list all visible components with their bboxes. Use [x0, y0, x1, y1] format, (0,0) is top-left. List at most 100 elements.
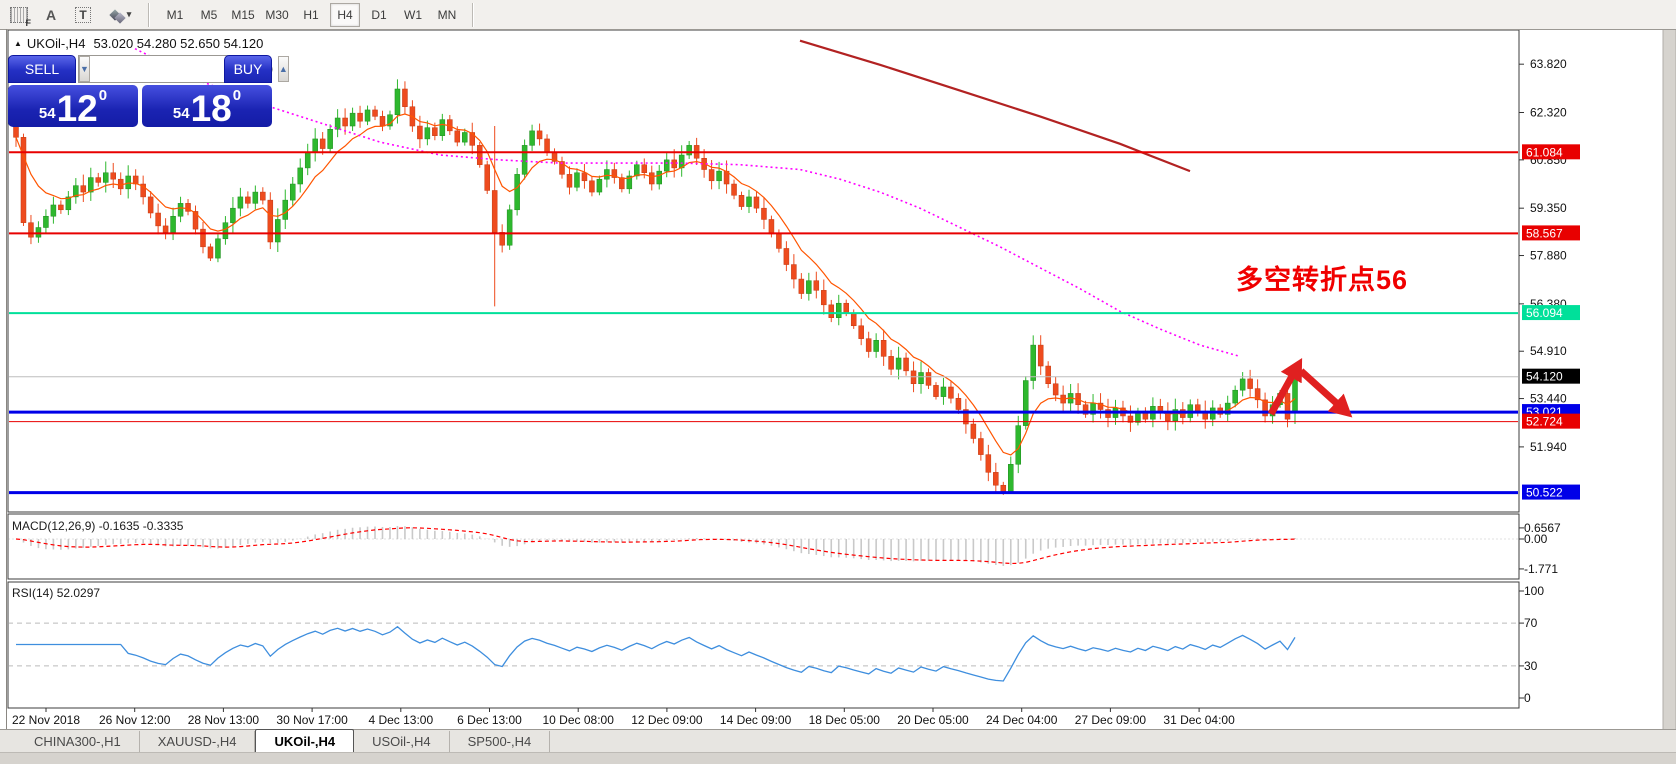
timeframe-button-group: M1 M5 M15 M30 H1 H4 D1 W1 MN [158, 2, 464, 27]
candle-body [1247, 378, 1253, 389]
timeframe-button-m30[interactable]: M30 [262, 3, 292, 27]
sell-price-panel[interactable]: 54 12 0 [8, 85, 138, 127]
volume-decrease-button[interactable]: ▼ [79, 56, 90, 82]
candle-body [454, 130, 461, 143]
time-label: 18 Dec 05:00 [809, 713, 881, 727]
candle-body [1000, 484, 1007, 492]
candle-body [95, 177, 102, 183]
chart-tab-china300h1[interactable]: CHINA300-,H1 [16, 731, 140, 752]
timeframe-button-d1[interactable]: D1 [364, 3, 394, 27]
timeframe-button-w1[interactable]: W1 [398, 3, 428, 27]
candle-body [1292, 376, 1298, 413]
candle-body [791, 264, 797, 280]
candle-body [544, 138, 550, 153]
candle-body [319, 138, 326, 149]
candle-body [925, 372, 932, 386]
text-a-icon[interactable]: A [38, 4, 64, 26]
candle-body [955, 397, 962, 410]
grid-f-icon[interactable]: F [6, 4, 32, 28]
candle-body [349, 112, 356, 127]
candle-body [43, 215, 49, 228]
candle-body [304, 151, 311, 169]
candle-body [574, 172, 580, 188]
chart-tab-usoilh4[interactable]: USOil-,H4 [354, 731, 450, 752]
candle-body [484, 164, 490, 191]
macd-axis-label: 0.00 [1524, 532, 1548, 546]
candle-body [813, 280, 820, 291]
timeframe-button-m5[interactable]: M5 [194, 3, 224, 27]
rsi-axis-label: 0 [1524, 691, 1531, 705]
label-t-icon[interactable]: T [70, 4, 96, 26]
candle-body [843, 302, 849, 314]
candle-body [738, 195, 745, 207]
candle-body [918, 372, 924, 385]
bottom-strip [0, 752, 1676, 764]
candle-body [50, 204, 57, 217]
price-tick-label: 54.910 [1530, 344, 1567, 358]
candle-body [260, 191, 266, 201]
macd-axis-label: -1.771 [1524, 562, 1558, 576]
right-scroll-strip[interactable] [1662, 28, 1676, 753]
collapse-triangle-icon[interactable]: ▲ [14, 39, 22, 48]
price-badge-label: 58.567 [1526, 226, 1563, 240]
sell-price-fraction: 0 [98, 87, 108, 104]
candle-body [80, 185, 87, 193]
toolbar-separator [148, 2, 150, 27]
toolbar-separator [472, 2, 474, 27]
buy-price-big-figure: 54 [172, 105, 190, 122]
candle-body [110, 172, 116, 180]
rsi-value: 52.0297 [56, 586, 101, 600]
candle-body [379, 116, 386, 127]
candle-body [873, 340, 879, 352]
timeframe-button-m1[interactable]: M1 [160, 3, 190, 27]
candle-body [125, 175, 131, 190]
price-tick-label: 63.820 [1530, 57, 1567, 71]
candle-body [888, 356, 894, 370]
chart-annotation-text: 多空转折点56 [1236, 265, 1409, 295]
time-label: 27 Dec 09:00 [1075, 713, 1147, 727]
candle-body [1037, 344, 1044, 367]
candle-body [634, 164, 640, 177]
time-label: 20 Dec 05:00 [897, 713, 969, 727]
price-badge-label: 56.094 [1526, 306, 1563, 320]
time-label: 6 Dec 13:00 [457, 713, 522, 727]
candle-body [342, 117, 348, 127]
candle-body [1008, 464, 1014, 492]
volume-increase-button[interactable]: ▲ [277, 56, 289, 82]
candle-body [230, 207, 236, 223]
candle-body [252, 191, 259, 204]
candle-body [237, 196, 244, 209]
mt4-terminal-window: 63.820 62.320 60.850 59.350 57.880 56.380 54.9… [0, 0, 1676, 764]
candle-body [1232, 389, 1238, 404]
timeframe-button-m15[interactable]: M15 [228, 3, 258, 27]
candle-body [200, 228, 206, 248]
toolbar: F A T ▾ M1 M5 M15 M30 H1 H4 D1 W1 MN [0, 0, 1676, 30]
grid-f-letter: F [25, 17, 32, 28]
chart-symbol: UKOil-,H4 [26, 36, 86, 51]
candle-body [940, 386, 947, 397]
candle-body [1239, 378, 1246, 391]
timeframe-button-h4[interactable]: H4 [330, 2, 360, 27]
dropdown-caret-icon: ▾ [126, 9, 132, 19]
chart-tab-sp500h4[interactable]: SP500-,H4 [450, 731, 551, 752]
shapes-icon[interactable]: ▾ [102, 4, 140, 26]
candle-body [798, 278, 805, 294]
candle-body [13, 125, 19, 138]
candle-body [731, 183, 737, 196]
timeframe-button-h1[interactable]: H1 [296, 3, 326, 27]
candle-body [716, 170, 722, 182]
candle-body [424, 127, 431, 140]
candle-body [865, 338, 872, 352]
macd-name: MACD(12,26,9) [12, 519, 96, 533]
candle-body [170, 215, 176, 233]
candle-body [1030, 344, 1036, 381]
candle-body [357, 112, 363, 122]
buy-price-panel[interactable]: 54 18 0 [142, 85, 272, 127]
price-tick-label: 62.320 [1530, 106, 1567, 120]
sell-button[interactable]: SELL [8, 55, 76, 83]
chart-tab-ukoilh4[interactable]: UKOil-,H4 [255, 729, 355, 752]
candle-body [1195, 404, 1201, 412]
chart-tab-xauusdh4[interactable]: XAUUSD-,H4 [140, 731, 256, 752]
buy-button[interactable]: BUY [224, 55, 272, 83]
timeframe-button-mn[interactable]: MN [432, 3, 462, 27]
